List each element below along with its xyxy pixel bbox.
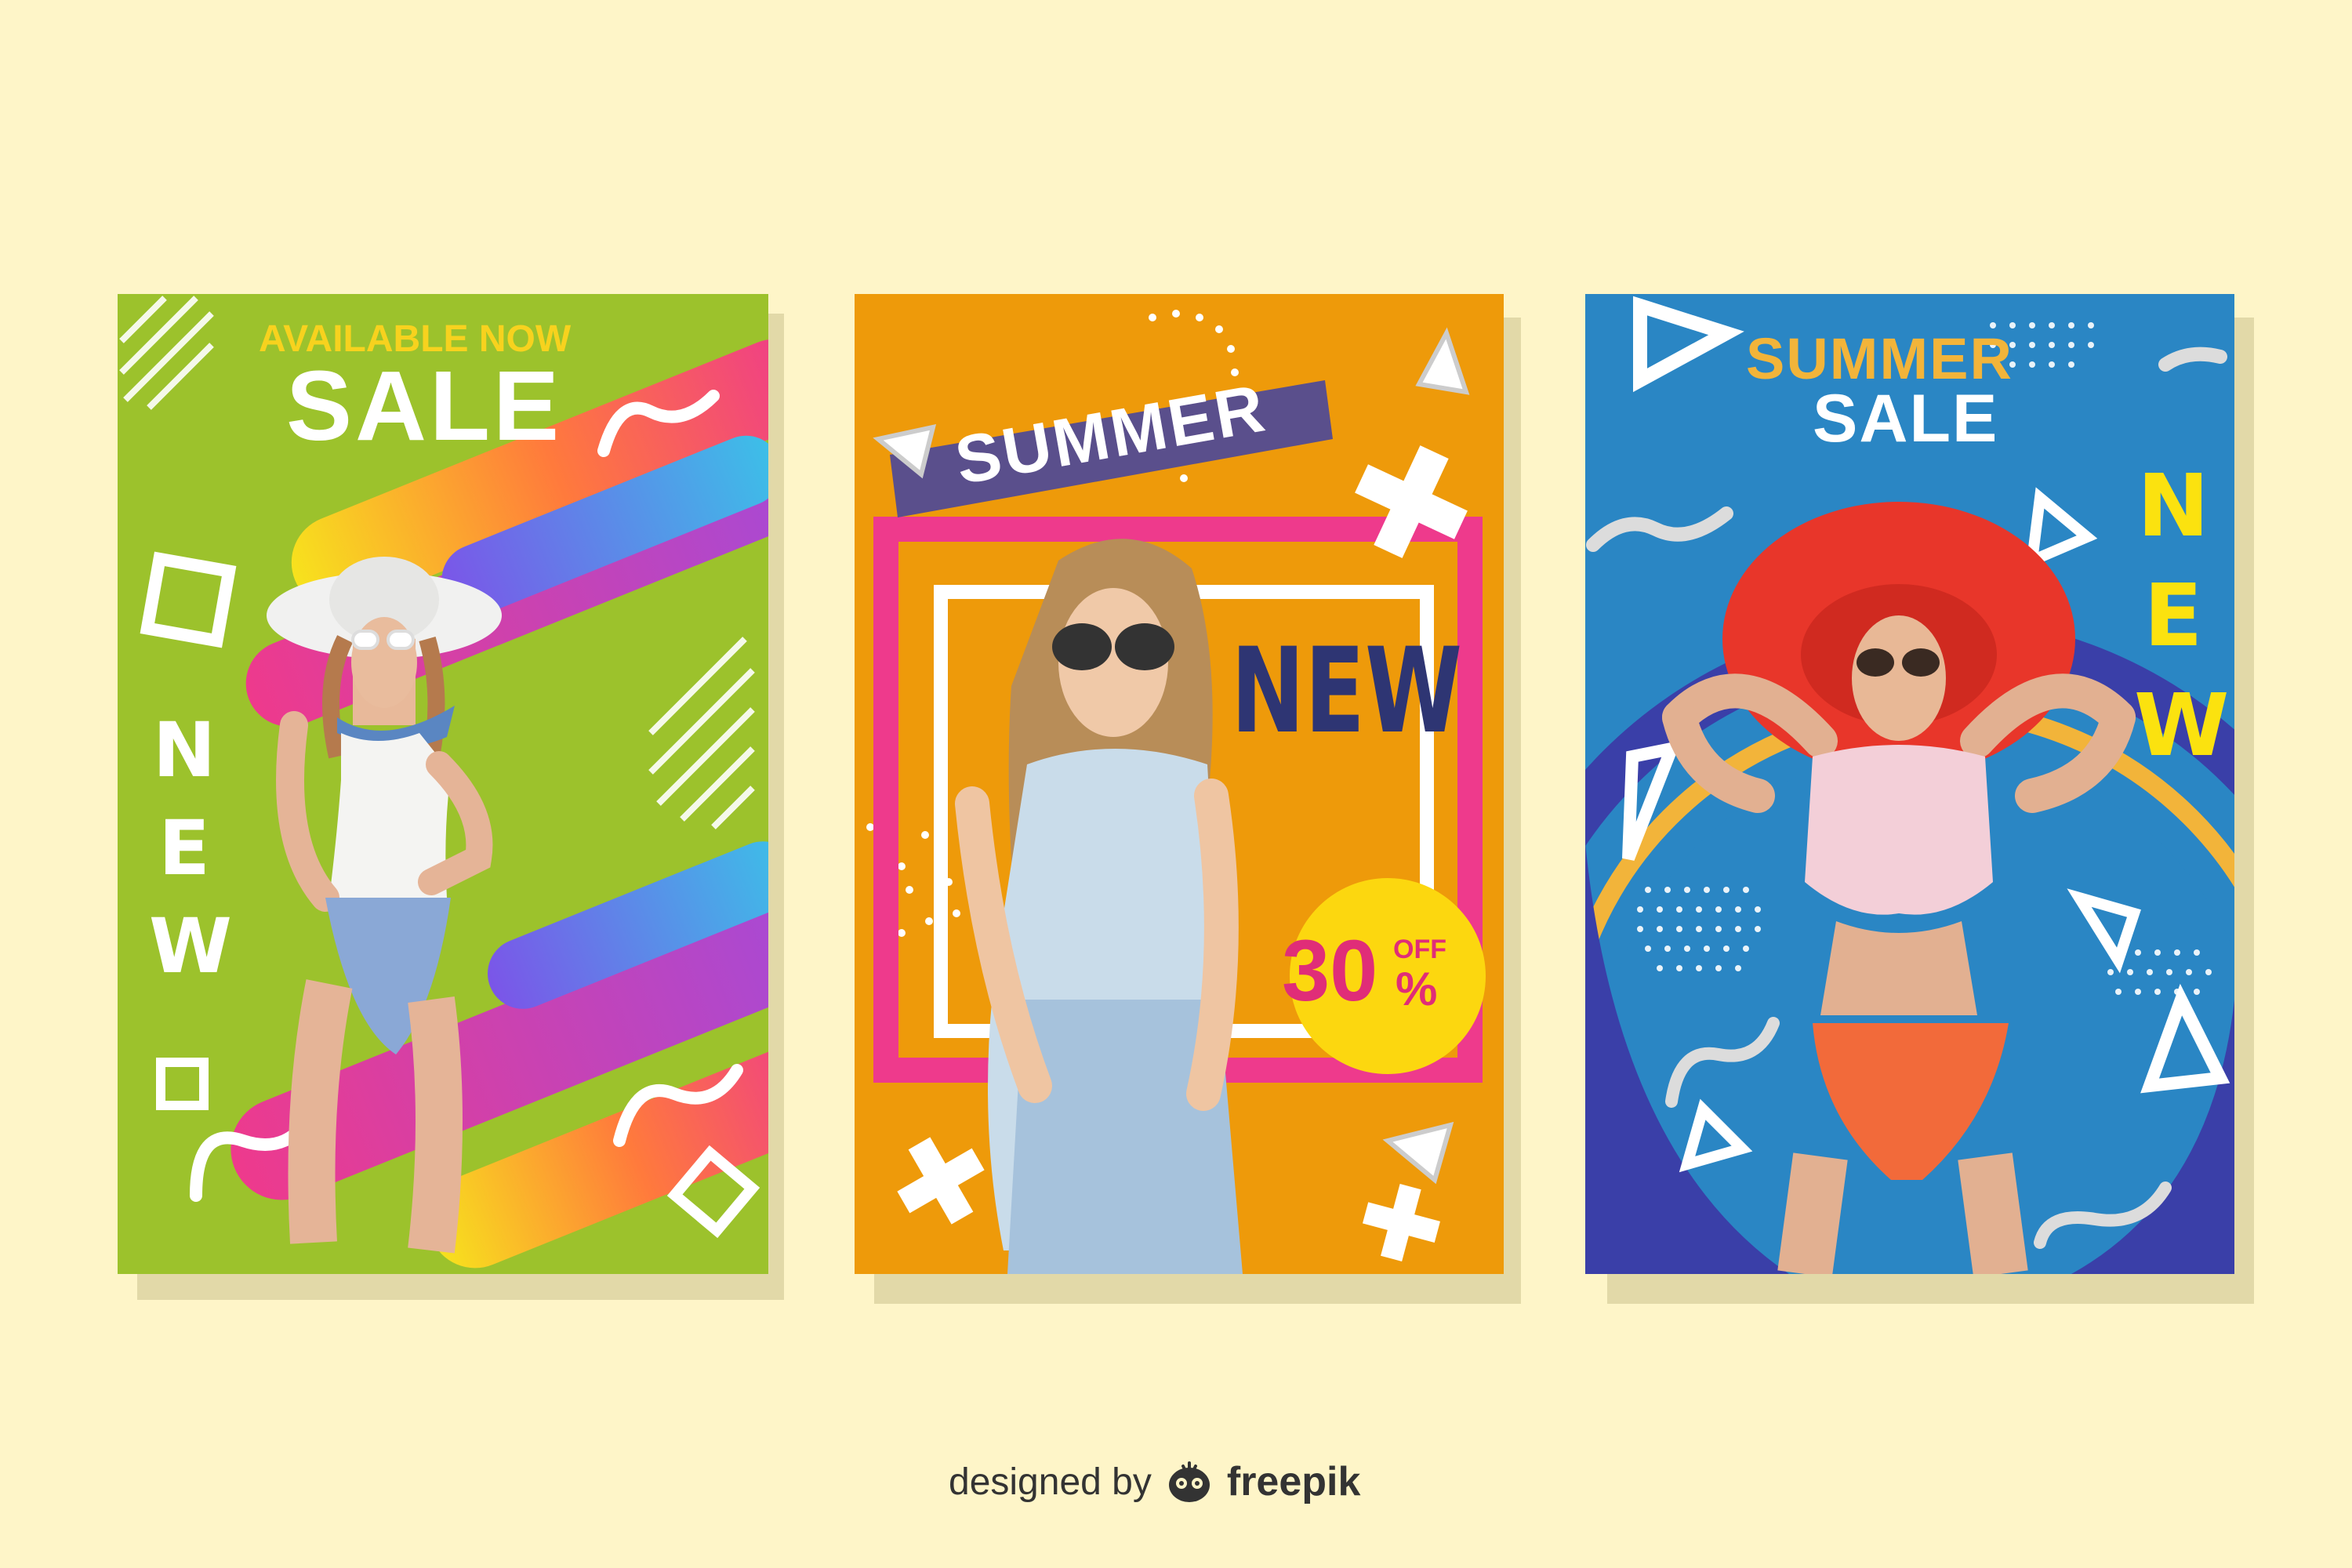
square-shape xyxy=(140,551,237,648)
hatched-circle xyxy=(648,637,755,829)
headline-sale: SALE xyxy=(286,350,563,461)
squiggle-shape xyxy=(1586,506,1733,552)
letter: E xyxy=(158,804,210,892)
vertical-new-text: N E W xyxy=(149,702,232,996)
triangle-shape xyxy=(1633,296,1744,393)
poster-3: SUMMER SALE N E W xyxy=(1585,294,2234,1274)
badge-off: OFF xyxy=(1393,935,1446,964)
triangle-shape xyxy=(2025,487,2098,570)
headline-new: NEW xyxy=(1231,623,1463,760)
credit-line: designed by freepik xyxy=(949,1454,1360,1509)
freepik-logo-icon xyxy=(1168,1461,1210,1502)
square-shape xyxy=(156,1058,209,1110)
cross-shape xyxy=(897,1137,985,1225)
credit-prefix: designed by xyxy=(949,1461,1152,1503)
letter: W xyxy=(149,902,232,990)
credit-brand: freepik xyxy=(1226,1459,1361,1504)
triangle-shape xyxy=(1382,1121,1454,1185)
letter: E xyxy=(2143,565,2203,666)
letter: W xyxy=(2134,675,2230,775)
badge-percent: % xyxy=(1396,963,1438,1015)
triangle-shape xyxy=(1415,327,1470,395)
letter: N xyxy=(2136,456,2210,556)
letter: N xyxy=(152,706,216,794)
model-photo-2 xyxy=(955,539,1243,1274)
headline-sale: SALE xyxy=(1813,381,1999,456)
hatched-circle xyxy=(119,296,214,410)
cross-shape xyxy=(1362,1183,1440,1261)
squiggle-shape xyxy=(2158,347,2227,372)
badge-value: 30 xyxy=(1282,923,1378,1019)
poster-2: SUMMER NEW 30 OFF % xyxy=(855,294,1504,1274)
poster-1: AVAILABLE NOW SALE N E W xyxy=(118,294,768,1274)
vertical-new-text: N E W xyxy=(2134,451,2230,780)
